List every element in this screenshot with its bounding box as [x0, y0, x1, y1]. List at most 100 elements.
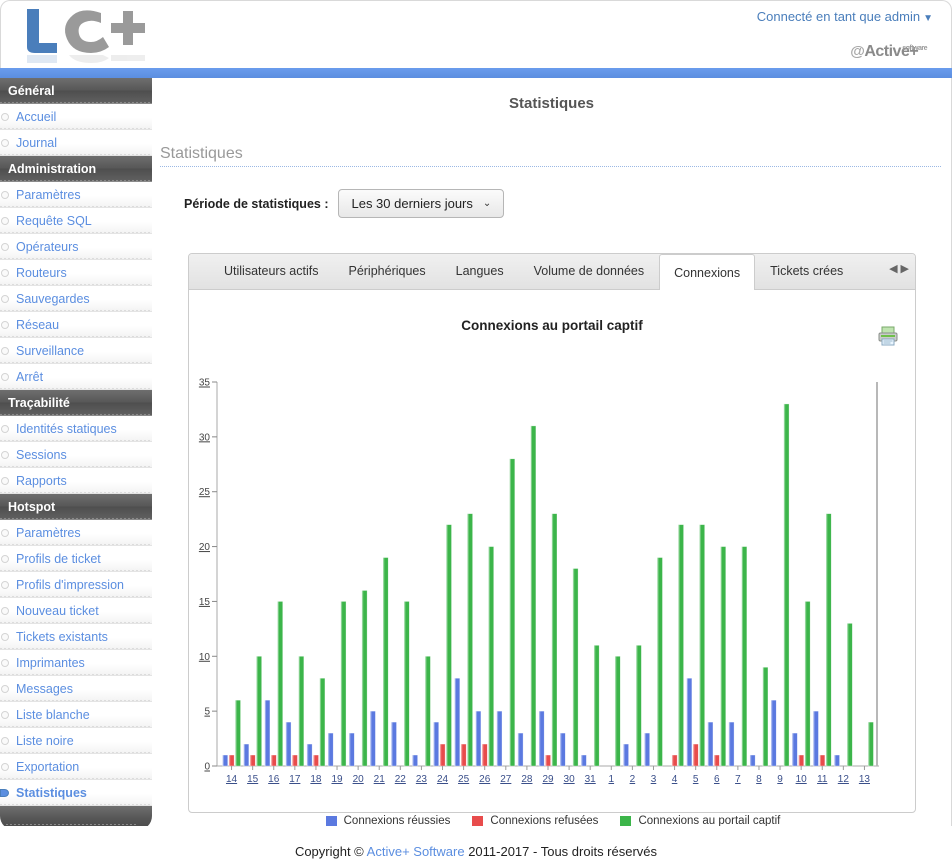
tab-label: Connexions: [674, 266, 741, 280]
at-icon: @: [850, 43, 865, 60]
sidebar-item-label: Surveillance: [16, 344, 85, 358]
bullet-icon: [1, 217, 9, 225]
print-icon[interactable]: [877, 326, 899, 346]
bar-highlight: [370, 711, 372, 766]
sidebar-item-surveillance[interactable]: Surveillance: [0, 338, 152, 364]
sidebar-item-label: Sessions: [16, 448, 67, 462]
bar-highlight: [819, 755, 821, 766]
sidebar-item-liste-noire[interactable]: Liste noire: [0, 728, 152, 754]
sidebar-item-label: Sauvegardes: [16, 292, 90, 306]
sidebar-item-routeurs[interactable]: Routeurs: [0, 260, 152, 286]
bar-highlight: [391, 722, 393, 766]
sidebar-item-journal[interactable]: Journal: [0, 130, 152, 156]
account-menu[interactable]: Connecté en tant que admin ▼: [757, 9, 933, 24]
bar-highlight: [467, 513, 469, 766]
period-select[interactable]: Les 30 derniers jours ⌄: [338, 189, 505, 218]
tab-volume-de-donn-es[interactable]: Volume de données: [519, 254, 660, 289]
bar-highlight: [581, 755, 583, 766]
x-tick-label: 29: [542, 774, 554, 785]
sidebar-item-exportation[interactable]: Exportation: [0, 754, 152, 780]
tab-p-riph-riques[interactable]: Périphériques: [333, 254, 440, 289]
sidebar-item-messages[interactable]: Messages: [0, 676, 152, 702]
sidebar-item-sessions[interactable]: Sessions: [0, 442, 152, 468]
bar-highlight: [741, 546, 743, 766]
sidebar-item-statistiques[interactable]: Statistiques: [0, 780, 152, 806]
bar-highlight: [539, 711, 541, 766]
bar-highlight: [593, 645, 596, 766]
bar-highlight: [461, 744, 463, 766]
sidebar-item-identit-s-statiques[interactable]: Identités statiques: [0, 416, 152, 442]
legend-swatch: [472, 815, 484, 827]
sidebar-item-sauvegardes[interactable]: Sauvegardes: [0, 286, 152, 312]
period-label: Période de statistiques :: [184, 196, 329, 211]
bar-highlight: [482, 744, 484, 766]
sidebar-item-param-tres[interactable]: Paramètres: [0, 182, 152, 208]
bar-highlight: [783, 403, 786, 766]
accent-bar: [0, 68, 952, 78]
y-tick-label: 15: [199, 597, 211, 608]
sidebar-item-profils-de-ticket[interactable]: Profils de ticket: [0, 546, 152, 572]
y-tick-label: 5: [204, 707, 210, 718]
sidebar-item-r-seau[interactable]: Réseau: [0, 312, 152, 338]
y-tick-label: 10: [199, 652, 211, 663]
x-tick-label: 11: [817, 774, 828, 785]
bar-highlight: [657, 557, 659, 766]
sidebar-item-label: Requête SQL: [16, 214, 92, 228]
tab-scroll-controls[interactable]: ◀ ▶: [889, 264, 909, 275]
connections-bar-chart: 0 5 10 15 20 25 30 35 14 15 16 17 18 19 20 21 22 23 24 25 26…: [189, 374, 917, 829]
bar-highlight: [623, 744, 625, 766]
bar-highlight: [340, 601, 343, 766]
bar-highlight: [383, 557, 385, 766]
sidebar-item-label: Rapports: [16, 474, 67, 488]
sidebar-item-label: Imprimantes: [16, 656, 85, 670]
bar-highlight: [509, 458, 511, 766]
sidebar-item-label: Identités statiques: [16, 422, 117, 436]
bar-highlight: [264, 700, 267, 766]
x-tick-label: 18: [310, 774, 322, 785]
sidebar-item-param-tres[interactable]: Paramètres: [0, 520, 152, 546]
sidebar-item-tickets-existants[interactable]: Tickets existants: [0, 624, 152, 650]
sidebar-item-rapports[interactable]: Rapports: [0, 468, 152, 494]
bar-highlight: [475, 711, 478, 766]
bullet-icon: [1, 139, 9, 147]
tab-langues[interactable]: Langues: [441, 254, 519, 289]
section-heading: Statistiques: [160, 145, 941, 167]
sidebar-item-requ-te-sql[interactable]: Requête SQL: [0, 208, 152, 234]
bar-highlight: [292, 755, 294, 766]
tab-connexions[interactable]: Connexions: [659, 254, 756, 290]
bar-highlight: [749, 755, 752, 766]
bar-highlight: [686, 678, 688, 766]
tab-utilisateurs-actifs[interactable]: Utilisateurs actifs: [209, 254, 333, 289]
x-tick-label: 19: [331, 774, 343, 785]
sidebar-group-g-n-ral: Général: [0, 78, 152, 104]
sidebar-item-nouveau-ticket[interactable]: Nouveau ticket: [0, 598, 152, 624]
sidebar-item-label: Paramètres: [16, 526, 81, 540]
company-link[interactable]: Active+ Software: [367, 844, 465, 859]
sidebar-item-imprimantes[interactable]: Imprimantes: [0, 650, 152, 676]
sidebar-item-arr-t[interactable]: Arrêt: [0, 364, 152, 390]
tab-tickets-cr-es[interactable]: Tickets crées: [755, 254, 858, 289]
bullet-icon: [1, 711, 9, 719]
sidebar-item-op-rateurs[interactable]: Opérateurs: [0, 234, 152, 260]
x-tick-label: 4: [672, 774, 678, 785]
x-tick-label: 26: [479, 774, 491, 785]
sidebar-item-liste-blanche[interactable]: Liste blanche: [0, 702, 152, 728]
tab-scroll-next-icon[interactable]: ▶: [901, 264, 909, 275]
bar-highlight: [644, 733, 646, 766]
bar-highlight: [530, 425, 532, 766]
bullet-icon: [1, 659, 9, 667]
x-tick-label: 7: [735, 774, 741, 785]
bar-highlight: [228, 755, 231, 766]
sidebar-group-label: Hotspot: [8, 500, 56, 514]
bar-highlight: [798, 755, 800, 766]
bar-highlight: [433, 722, 435, 766]
tab-scroll-prev-icon[interactable]: ◀: [889, 264, 897, 275]
bar-highlight: [439, 744, 442, 766]
chart-title: Connexions au portail captif: [461, 318, 643, 333]
sidebar-item-profils-d-impression[interactable]: Profils d'impression: [0, 572, 152, 598]
x-tick-label: 21: [374, 774, 386, 785]
bar-highlight: [454, 678, 456, 766]
sidebar-item-accueil[interactable]: Accueil: [0, 104, 152, 130]
bullet-icon: [1, 321, 9, 329]
x-tick-label: 17: [289, 774, 301, 785]
